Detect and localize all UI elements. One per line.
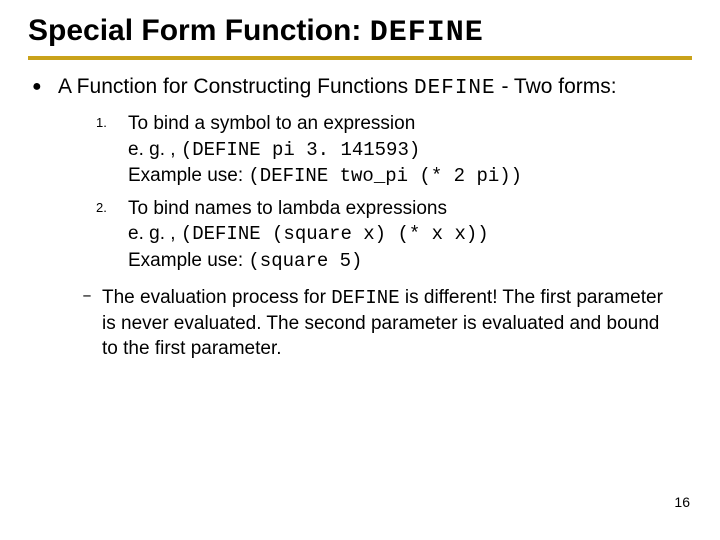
item-number: 1. [94,111,128,135]
eg-label: e. g. , [128,223,181,244]
item-example-use: Example use: (square 5) [128,248,489,275]
bullet-dot-icon: ● [32,74,58,100]
note-before: The evaluation process for [102,287,331,308]
page-number: 16 [674,494,690,510]
item-body: To bind names to lambda expressions e. g… [128,196,489,275]
item-example-def: e. g. , (DEFINE pi 3. 141593) [128,137,522,164]
item-example-def: e. g. , (DEFINE (square x) (* x x)) [128,221,489,248]
item-line: To bind names to lambda expressions [128,196,489,222]
item-number: 2. [94,196,128,220]
ex-code: (DEFINE two_pi (* 2 pi)) [248,165,522,187]
title-code: DEFINE [370,16,484,50]
eg-label: e. g. , [128,139,181,160]
dash-icon: – [72,285,102,309]
eg-code: (DEFINE pi 3. 141593) [181,139,420,161]
slide: Special Form Function: DEFINE ● A Functi… [0,0,720,540]
lead-bullet: ● A Function for Constructing Functions … [32,74,692,103]
note-code: DEFINE [331,287,399,309]
item-example-use: Example use: (DEFINE two_pi (* 2 pi)) [128,163,522,190]
ex-label: Example use: [128,165,248,186]
ordered-list: 1. To bind a symbol to an expression e. … [94,111,692,275]
title-text: Special Form Function: [28,14,370,47]
list-item: 1. To bind a symbol to an expression e. … [94,111,692,190]
lead-text: A Function for Constructing Functions DE… [58,74,617,103]
item-body: To bind a symbol to an expression e. g. … [128,111,522,190]
ex-label: Example use: [128,250,248,271]
lead-after: - Two forms: [496,75,617,98]
list-item: 2. To bind names to lambda expressions e… [94,196,692,275]
note-row: – The evaluation process for DEFINE is d… [72,285,692,361]
note-text: The evaluation process for DEFINE is dif… [102,285,692,361]
item-line: To bind a symbol to an expression [128,111,522,137]
eg-code: (DEFINE (square x) (* x x)) [181,223,489,245]
ex-code: (square 5) [248,250,362,272]
lead-code: DEFINE [414,77,496,100]
slide-title: Special Form Function: DEFINE [28,14,692,60]
lead-before: A Function for Constructing Functions [58,75,414,98]
